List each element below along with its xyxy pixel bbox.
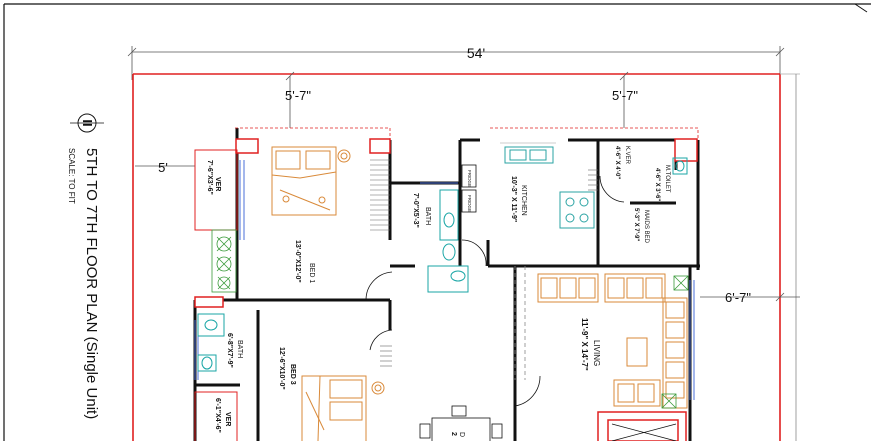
sheet-frame [3,3,871,441]
north-mark-label: II [80,119,95,126]
bed-1-size: 13'-0"X12'-0" [294,240,301,283]
fridge-1-label: FRIDGE [467,170,472,187]
offset-right-label: 6'-7" [725,290,751,305]
overall-dimension [127,46,785,80]
shaft-hatch [370,159,598,367]
bed-1-name: BED 1 [308,263,315,283]
bed-3-name: BED 3 [289,364,296,385]
kver-size: 4'-6" X 4'-0" [614,146,620,179]
offset-top-left-label: 5'-7" [285,88,311,103]
planter-top [211,229,237,293]
offset-top-right-label: 5'-7" [612,88,638,103]
m-toilet-name: M.TOILET [664,165,670,193]
bed-1-furniture [271,146,351,216]
overall-width-label: 54' [467,45,485,61]
bath-2-size: 6'-8"X7'-9" [226,333,233,368]
ver-top-name: VER [214,177,221,191]
windows [194,160,695,400]
sheet-title: 5TH TO 7TH FLOOR PLAN (Single Unit) [83,148,100,419]
kitchen-name: KITCHEN [520,185,527,216]
m-toilet-size: 4'-6" X 3'-6" [654,168,660,201]
living-name: LIVING [592,340,601,366]
bed-3-size: 12'-6"X10'-0" [278,347,285,390]
fridge-2-label: FRIDGE [467,195,472,212]
bath-1-size: 7'-0"X5'-3" [412,193,419,228]
living-size: 11'-9" X 14'-7" [580,318,589,371]
ver-bottom-name: VER [224,412,231,426]
maids-bed-name: MAIDS BED [643,210,649,244]
sheet-scale: SCALE: TO FIT [67,148,76,204]
dining-size: 2 [450,432,457,436]
coffee-table [626,337,648,367]
kver-name: K.VER [624,146,630,165]
bath-2-fixtures [197,313,225,372]
living-sofa-top [537,273,666,303]
door-swings [365,175,625,407]
bath-2-name: BATH [236,340,243,358]
floor-plan-drawing: 54' 5'-7" 5'-7" 5' 6'-7" II 5TH TO 7TH F… [3,3,871,441]
maids-bed-size: 5'-3" X 7'-9" [633,208,639,241]
bed-3-furniture [301,375,385,441]
offset-left-label: 5' [158,160,168,175]
dining-name: D [458,432,465,437]
ver-top-size: 7'-6"X3'-6" [206,160,213,195]
ver-bottom-size: 6'-1"X4'-6" [214,398,221,433]
balcony-outlines [235,127,699,140]
kitchen-size: 10'-3" X 11'-9" [510,176,517,222]
kitchen-counter [504,146,595,229]
living-sofa-side [613,297,688,409]
bath-1-name: BATH [424,207,431,225]
